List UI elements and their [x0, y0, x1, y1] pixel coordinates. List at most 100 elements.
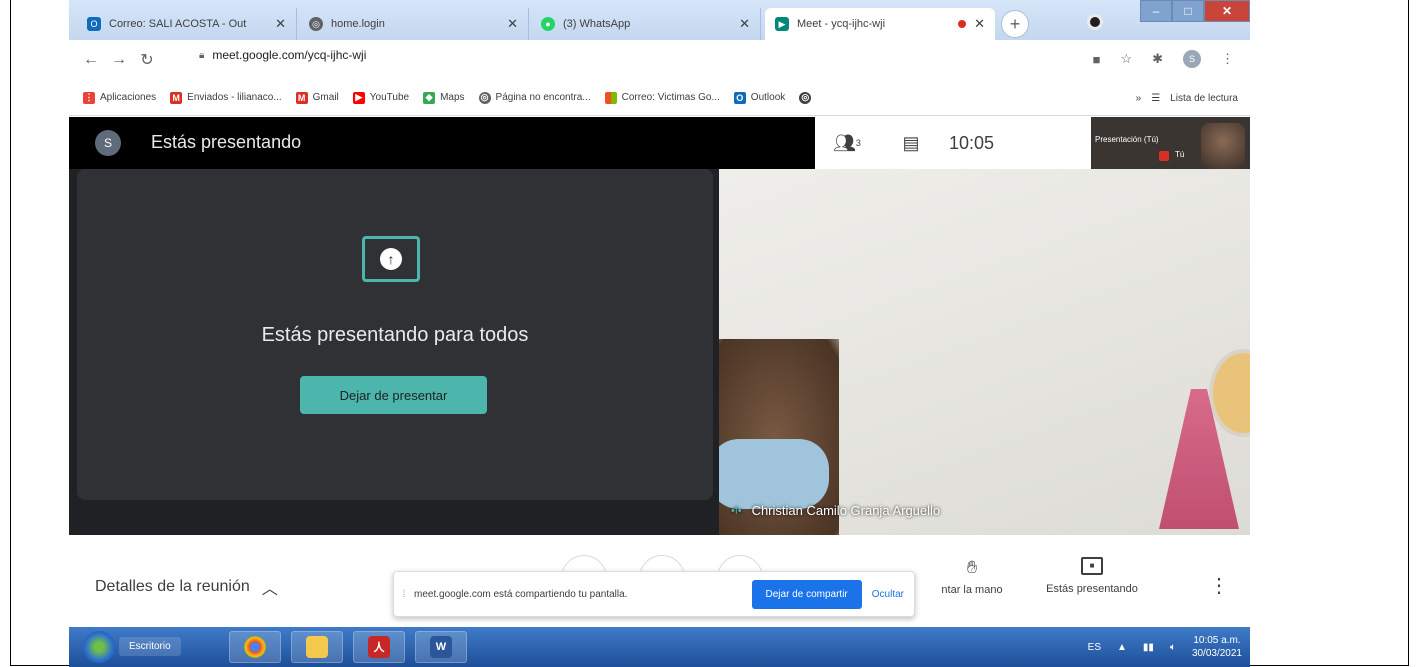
- address-bar[interactable]: 🔒︎ meet.google.com/ycq-ijhc-wji: [199, 48, 366, 62]
- bookmark-globe[interactable]: ◎: [799, 91, 812, 104]
- apps-grid-icon: ⋮: [83, 91, 95, 104]
- tab-outlook[interactable]: O Correo: SALI ACOSTA - Out ✕: [77, 8, 297, 40]
- taskbar-word[interactable]: W: [415, 631, 467, 663]
- avatar: S: [95, 130, 121, 156]
- close-icon[interactable]: ✕: [974, 16, 985, 32]
- presenting-panel: ↑ Estás presentando para todos Dejar de …: [77, 169, 713, 500]
- reading-list-label[interactable]: Lista de lectura: [1170, 93, 1238, 104]
- tab-title: home.login: [331, 18, 385, 30]
- taskbar-clock[interactable]: 10:05 a.m. 30/03/2021: [1192, 634, 1242, 660]
- profile-avatar[interactable]: S: [1183, 50, 1201, 68]
- tab-home-login[interactable]: ◎ home.login ✕: [299, 8, 529, 40]
- participants-button[interactable]: 👥︎ 3: [815, 133, 879, 154]
- url-text[interactable]: meet.google.com/ycq-ijhc-wji: [212, 48, 366, 62]
- stop-presenting-button[interactable]: Dejar de presentar: [300, 376, 487, 414]
- pdf-icon: 人: [368, 636, 390, 658]
- bookmark-pagina-no-encontrada[interactable]: ◎ Página no encontra...: [478, 91, 591, 104]
- microsoft-icon: [604, 91, 617, 104]
- self-view-thumbnail[interactable]: Presentación (Tú) Tú: [1091, 117, 1250, 169]
- bookmark-maps[interactable]: ◆ Maps: [423, 91, 465, 104]
- tab-title: (3) WhatsApp: [563, 18, 631, 30]
- chat-icon: ▤: [902, 132, 920, 153]
- close-icon[interactable]: ✕: [507, 16, 518, 32]
- participant-video: [1201, 123, 1245, 169]
- bookmark-label: Enviados - lilianaco...: [187, 92, 282, 103]
- presenting-label: Estás presentando: [1046, 583, 1138, 595]
- share-notification-text: meet.google.com está compartiendo tu pan…: [414, 588, 628, 600]
- youtube-icon: ▶: [352, 91, 365, 104]
- bookmark-youtube[interactable]: ▶ YouTube: [352, 91, 410, 104]
- chevron-up-icon: ︿: [261, 581, 278, 598]
- taskbar-explorer[interactable]: [291, 631, 343, 663]
- raise-hand-button[interactable]: ✋︎ ntar la mano: [927, 557, 1017, 596]
- bookmark-aplicaciones[interactable]: ⋮ Aplicaciones: [83, 91, 157, 104]
- tray-arrow-icon[interactable]: ▲: [1117, 642, 1127, 653]
- taskbar-chrome[interactable]: [229, 631, 281, 663]
- start-button[interactable]: [83, 631, 115, 663]
- tab-title: Meet - ycq-ijhc-wji: [797, 18, 886, 30]
- back-arrow-icon[interactable]: ←: [77, 51, 105, 69]
- stop-sharing-button[interactable]: Dejar de compartir: [751, 579, 862, 609]
- participant-video-tile[interactable]: •ǀ• Christian Camilo Granja Arguello: [719, 169, 1250, 535]
- mic-off-icon: [1159, 151, 1169, 161]
- participant-name-label: •ǀ• Christian Camilo Granja Arguello: [731, 503, 940, 518]
- forward-arrow-icon[interactable]: →: [105, 51, 133, 69]
- audio-level-icon: •ǀ•: [731, 504, 742, 517]
- bookmark-label: YouTube: [369, 92, 410, 103]
- participant-name: Christian Camilo Granja Arguello: [751, 503, 941, 518]
- desktop-toolbar[interactable]: Escritorio: [119, 637, 181, 656]
- extensions-icon[interactable]: ✱: [1152, 51, 1163, 67]
- word-icon: W: [430, 636, 452, 658]
- video-mask: [719, 439, 829, 509]
- tab-meet[interactable]: ▶ Meet - ycq-ijhc-wji ✕: [765, 8, 995, 40]
- bookmark-correo-victimas[interactable]: Correo: Victimas Go...: [604, 91, 720, 104]
- self-label: Tú: [1175, 150, 1185, 159]
- language-indicator[interactable]: ES: [1088, 642, 1101, 653]
- window-close-button[interactable]: ✕: [1204, 0, 1250, 22]
- taskbar-acrobat[interactable]: 人: [353, 631, 405, 663]
- lock-icon: 🔒︎: [199, 49, 205, 61]
- maps-icon: ◆: [423, 91, 436, 104]
- hand-icon: ✋︎: [966, 557, 978, 577]
- reload-icon[interactable]: ↻: [133, 50, 161, 70]
- bookmark-outlook[interactable]: O Outlook: [733, 91, 785, 104]
- bookmark-gmail[interactable]: M Gmail: [295, 91, 339, 104]
- drag-handle-icon[interactable]: ⁞: [394, 589, 414, 600]
- people-icon: 👥︎: [833, 132, 856, 153]
- meeting-clock: 10:05: [949, 132, 995, 153]
- more-bookmarks-icon[interactable]: »: [1136, 93, 1142, 104]
- volume-icon[interactable]: 🔈︎: [1170, 642, 1176, 653]
- screen-share-notification: ⁞ meet.google.com está compartiendo tu p…: [393, 571, 915, 617]
- presenting-button[interactable]: ■ Estás presentando: [1037, 557, 1147, 595]
- meet-stage: S Estás presentando 👥︎ 3 ▤ 10:05 Presenta…: [69, 117, 1250, 535]
- menu-dots-icon[interactable]: ⋮: [1221, 51, 1234, 67]
- reading-list-icon[interactable]: ☰: [1151, 93, 1160, 104]
- meeting-details-button[interactable]: Detalles de la reunión ︿: [95, 575, 278, 599]
- close-icon[interactable]: ✕: [275, 16, 286, 32]
- globe-icon: ◎: [309, 17, 323, 31]
- outlook-icon: O: [733, 91, 746, 104]
- chrome-icon: [244, 636, 266, 658]
- minimize-button[interactable]: –: [1140, 0, 1172, 22]
- new-tab-button[interactable]: +: [1001, 10, 1029, 38]
- close-icon[interactable]: ✕: [739, 16, 750, 32]
- chrome-profile-icon[interactable]: [1087, 14, 1103, 30]
- network-icon[interactable]: ▮▮: [1143, 642, 1154, 653]
- maximize-button[interactable]: □: [1172, 0, 1204, 22]
- tab-title: Correo: SALI ACOSTA - Out: [109, 18, 247, 30]
- bookmark-enviados[interactable]: M Enviados - lilianaco...: [170, 91, 282, 104]
- star-icon[interactable]: ☆: [1120, 51, 1132, 67]
- bookmark-label: Correo: Victimas Go...: [621, 92, 720, 103]
- hide-button[interactable]: Ocultar: [862, 589, 914, 600]
- gmail-icon: M: [170, 91, 183, 104]
- chat-button[interactable]: ▤: [879, 133, 943, 154]
- more-options-icon[interactable]: ⋮: [1209, 573, 1229, 598]
- bookmarks-right: » ☰ Lista de lectura: [1136, 80, 1238, 116]
- bookmark-label: Aplicaciones: [100, 92, 157, 103]
- folder-icon: [306, 636, 328, 658]
- camera-icon[interactable]: ■: [1093, 52, 1101, 67]
- recording-indicator-icon: [958, 20, 967, 28]
- taskbar-time: 10:05 a.m.: [1193, 635, 1241, 646]
- tab-whatsapp[interactable]: ● (3) WhatsApp ✕: [531, 8, 761, 40]
- meet-icon: ▶: [775, 17, 789, 31]
